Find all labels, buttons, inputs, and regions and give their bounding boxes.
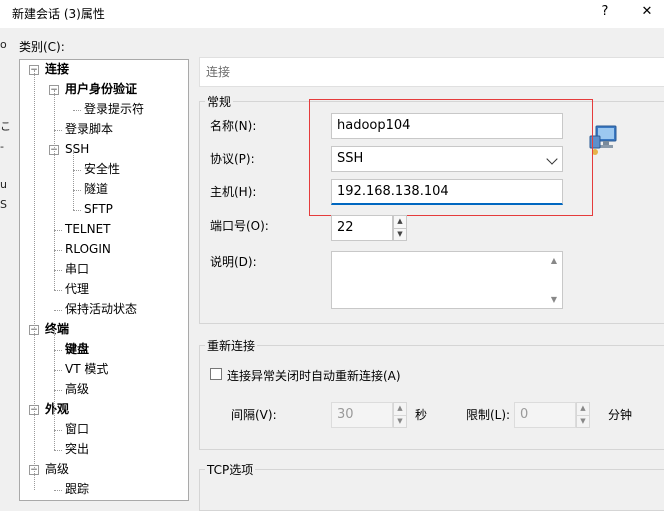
- edge-glyph: -: [0, 140, 4, 153]
- close-button[interactable]: ✕: [638, 3, 656, 21]
- window-title: 新建会话 (3)属性: [12, 7, 105, 21]
- port-spinner[interactable]: ▲ ▼: [393, 215, 407, 241]
- tree-connector: [54, 450, 62, 451]
- tree-item[interactable]: 连接: [45, 60, 69, 78]
- edge-glyph: o: [0, 38, 7, 51]
- tree-item[interactable]: 键盘: [65, 340, 89, 358]
- spin-down-icon[interactable]: ▼: [394, 415, 406, 428]
- tree-item[interactable]: 串口: [65, 260, 89, 278]
- edge-glyph: u: [0, 178, 7, 191]
- tree-guide-line: [34, 70, 35, 490]
- help-button[interactable]: ?: [596, 3, 614, 21]
- panel-header-title: 连接: [206, 65, 231, 79]
- tree-item[interactable]: 跟踪: [65, 480, 89, 498]
- tree-item[interactable]: 登录提示符: [84, 100, 144, 118]
- limit-input[interactable]: 0: [514, 402, 576, 428]
- tree-guide-line: [73, 150, 74, 210]
- edge-glyph: こ: [0, 120, 11, 133]
- tree-item[interactable]: RLOGIN: [65, 240, 111, 258]
- reconnect-group-title: 重新连接: [205, 337, 258, 354]
- category-label: 类别(C):: [19, 40, 65, 54]
- tree-item[interactable]: 隧道: [84, 180, 108, 198]
- tree-connector: [54, 230, 62, 231]
- tree-item[interactable]: SSH: [65, 140, 89, 158]
- tree-connector: [73, 110, 81, 111]
- tree-item[interactable]: VT 模式: [65, 360, 108, 378]
- tree-item[interactable]: 用户身份验证: [65, 80, 137, 98]
- general-group-title: 常规: [205, 93, 234, 110]
- description-textarea[interactable]: ▲ ▼: [331, 251, 563, 309]
- limit-label: 限制(L):: [466, 408, 511, 422]
- panel-header: [199, 57, 664, 87]
- tree-connector: [54, 130, 62, 131]
- tree-connector: [54, 490, 62, 491]
- tree-connector: [54, 270, 62, 271]
- tree-connector: [54, 430, 62, 431]
- tcp-group: [199, 469, 664, 511]
- limit-unit: 分钟: [608, 408, 633, 422]
- tree-item[interactable]: 保持活动状态: [65, 300, 137, 318]
- tree-guide-line: [54, 90, 55, 290]
- host-label: 主机(H):: [210, 185, 257, 199]
- category-tree[interactable]: − 连接 − 用户身份验证 登录提示符 登录脚本 − SSH 安全性 隧道 SFTP TELNET RL…: [19, 59, 189, 501]
- tree-item[interactable]: 突出: [65, 440, 89, 458]
- tree-item[interactable]: TELNET: [65, 220, 111, 238]
- tcp-group-title: TCP选项: [205, 461, 256, 478]
- spin-up-icon[interactable]: ▲: [577, 403, 589, 415]
- limit-spinner[interactable]: ▲ ▼: [576, 402, 590, 428]
- tree-connector: [73, 170, 81, 171]
- tree-connector: [54, 290, 62, 291]
- port-input[interactable]: 22: [331, 215, 393, 241]
- auto-reconnect-label[interactable]: 连接异常关闭时自动重新连接(A): [227, 367, 401, 384]
- description-label: 说明(D):: [210, 255, 257, 269]
- tree-item[interactable]: 外观: [45, 400, 69, 418]
- highlight-box: [309, 99, 593, 216]
- tree-item[interactable]: 高级: [45, 460, 69, 478]
- scroll-down-icon[interactable]: ▼: [551, 295, 557, 304]
- interval-input[interactable]: 30: [331, 402, 393, 428]
- tree-connector: [54, 390, 62, 391]
- spin-down-icon[interactable]: ▼: [577, 415, 589, 428]
- tree-item[interactable]: 高级: [65, 380, 89, 398]
- spin-down-icon[interactable]: ▼: [394, 228, 406, 241]
- tree-connector: [54, 350, 62, 351]
- tree-connector: [54, 310, 62, 311]
- spin-up-icon[interactable]: ▲: [394, 216, 406, 228]
- edge-glyph: S: [0, 198, 7, 211]
- scroll-up-icon[interactable]: ▲: [551, 256, 557, 265]
- tree-item[interactable]: 安全性: [84, 160, 120, 178]
- tree-item[interactable]: 终端: [45, 320, 69, 338]
- tree-guide-line: [54, 330, 55, 410]
- interval-label: 间隔(V):: [231, 408, 277, 422]
- reconnect-group: [199, 345, 664, 450]
- spin-up-icon[interactable]: ▲: [394, 403, 406, 415]
- tree-guide-line: [54, 410, 55, 450]
- tree-connector: [73, 190, 81, 191]
- interval-unit: 秒: [415, 408, 428, 422]
- tree-connector: [54, 250, 62, 251]
- tree-connector: [54, 370, 62, 371]
- tree-item[interactable]: 登录脚本: [65, 120, 113, 138]
- auto-reconnect-checkbox[interactable]: [210, 368, 222, 380]
- tree-item[interactable]: 代理: [65, 280, 89, 298]
- tree-item[interactable]: 窗口: [65, 420, 89, 438]
- tree-item[interactable]: SFTP: [84, 200, 113, 218]
- tree-connector: [73, 210, 81, 211]
- interval-spinner[interactable]: ▲ ▼: [393, 402, 407, 428]
- protocol-label: 协议(P):: [210, 152, 255, 166]
- port-label: 端口号(O):: [210, 219, 269, 233]
- name-label: 名称(N):: [210, 119, 257, 133]
